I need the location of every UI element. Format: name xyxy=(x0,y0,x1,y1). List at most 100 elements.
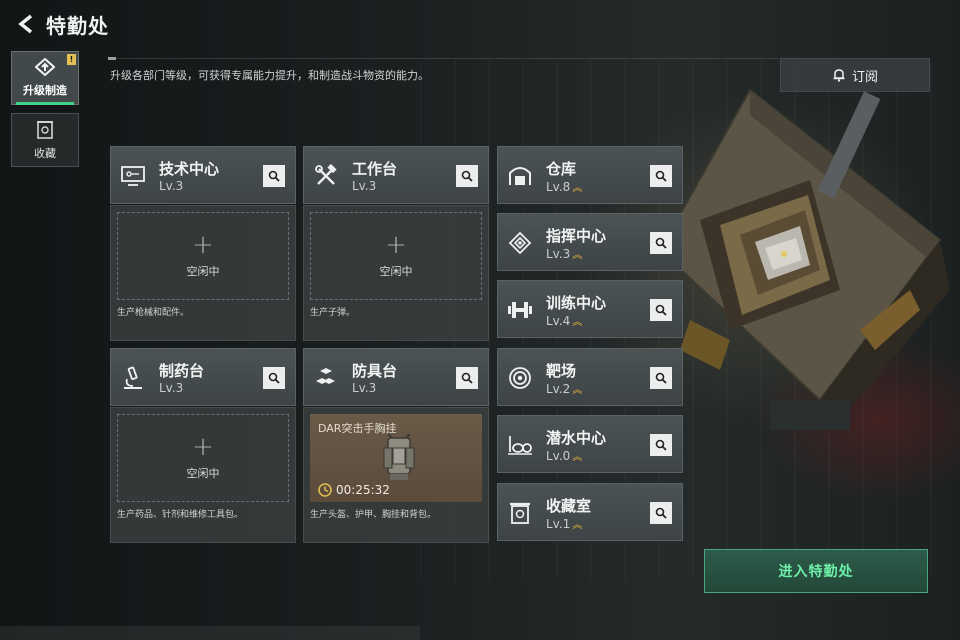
detail-search-button[interactable] xyxy=(650,232,672,254)
facility-shooting-range[interactable]: 靶场 Lv.2 ︽ xyxy=(497,348,683,406)
search-icon xyxy=(655,170,667,182)
facility-level: Lv.1 ︽ xyxy=(546,516,582,531)
facility-level: Lv.8 ︽ xyxy=(546,179,582,194)
workshop-description: 生产枪械和配件。 xyxy=(117,308,190,318)
upgrade-arrow-icon: ︽ xyxy=(572,250,583,261)
enter-special-ops-button[interactable]: 进入特勤处 xyxy=(704,549,928,593)
level-text: Lv.3 xyxy=(546,247,571,261)
idle-slot[interactable]: + 空闲中 xyxy=(117,414,289,502)
slot-status: 空闲中 xyxy=(186,467,220,480)
craft-timer: 00:25:32 xyxy=(318,483,390,497)
back-button[interactable] xyxy=(8,6,44,42)
upgrade-icon xyxy=(35,58,55,76)
tab-collection[interactable]: 收藏 xyxy=(11,113,79,167)
facility-name: 潜水中心 xyxy=(546,429,607,447)
tab-label: 升级制造 xyxy=(23,84,67,97)
dumbbell-icon xyxy=(506,296,534,324)
detail-search-button[interactable] xyxy=(650,367,672,389)
plus-icon: + xyxy=(192,230,214,260)
notice-badge: ! xyxy=(67,54,76,65)
workshop-name: 技术中心 xyxy=(159,160,220,178)
level-text: Lv.1 xyxy=(546,517,571,531)
workshop-panel: + 空闲中 生产枪械和配件。 xyxy=(110,205,296,341)
workshop-workbench[interactable]: 工作台 Lv.3 xyxy=(303,146,489,204)
facility-name: 指挥中心 xyxy=(546,227,607,245)
detail-search-button[interactable] xyxy=(650,434,672,456)
level-text: Lv.8 xyxy=(546,180,571,194)
search-icon xyxy=(461,372,473,384)
command-icon xyxy=(506,229,534,257)
slot-status: 空闲中 xyxy=(379,265,413,278)
search-icon xyxy=(268,372,280,384)
bottom-status-bar xyxy=(0,626,420,640)
idle-slot[interactable]: + 空闲中 xyxy=(310,212,482,300)
enter-button-label: 进入特勤处 xyxy=(778,564,854,580)
target-icon xyxy=(506,364,534,392)
facility-warehouse[interactable]: 仓库 Lv.8 ︽ xyxy=(497,146,683,204)
back-arrow-icon xyxy=(18,14,33,34)
search-icon xyxy=(461,170,473,182)
facility-diving-center[interactable]: 潜水中心 Lv.0 ︽ xyxy=(497,415,683,473)
chest-rig-icon xyxy=(383,434,415,480)
workshop-level: Lv.3 xyxy=(352,179,377,193)
armor-icon xyxy=(312,364,340,392)
workshop-tech-center[interactable]: 技术中心 Lv.3 xyxy=(110,146,296,204)
workshop-armor-bench[interactable]: 防具台 Lv.3 xyxy=(303,348,489,406)
detail-search-button[interactable] xyxy=(263,165,285,187)
facility-name: 训练中心 xyxy=(546,294,607,312)
warehouse-icon xyxy=(506,162,534,190)
header: 特勤处 xyxy=(0,0,960,48)
plus-icon: + xyxy=(385,230,407,260)
level-text: Lv.4 xyxy=(546,314,571,328)
level-text: Lv.0 xyxy=(546,449,571,463)
page-title: 特勤处 xyxy=(46,13,109,38)
tools-icon xyxy=(312,162,340,190)
diving-icon xyxy=(506,431,534,459)
detail-search-button[interactable] xyxy=(650,502,672,524)
facility-collection-room[interactable]: 收藏室 Lv.1 ︽ xyxy=(497,483,683,541)
workshop-pharmacy[interactable]: 制药台 Lv.3 xyxy=(110,348,296,406)
detail-search-button[interactable] xyxy=(650,165,672,187)
workshop-description: 生产子弹。 xyxy=(310,308,356,318)
facility-name: 靶场 xyxy=(546,362,577,380)
search-icon xyxy=(655,372,667,384)
bell-icon xyxy=(833,69,845,82)
workshop-level: Lv.3 xyxy=(159,381,184,395)
divider xyxy=(108,57,778,60)
detail-search-button[interactable] xyxy=(263,367,285,389)
search-icon xyxy=(655,237,667,249)
detail-search-button[interactable] xyxy=(456,367,478,389)
facility-cube-illustration xyxy=(660,88,950,430)
facility-level: Lv.4 ︽ xyxy=(546,313,582,328)
idle-slot[interactable]: + 空闲中 xyxy=(117,212,289,300)
workshop-name: 制药台 xyxy=(159,362,205,380)
search-icon xyxy=(655,507,667,519)
facility-command-center[interactable]: 指挥中心 Lv.3 ︽ xyxy=(497,213,683,271)
subscribe-button[interactable]: 订阅 xyxy=(780,58,930,92)
workshop-description: 生产头盔、护甲、胸挂和背包。 xyxy=(310,510,437,520)
facility-level: Lv.0 ︽ xyxy=(546,448,582,463)
tab-upgrade-manufacture[interactable]: ! 升级制造 xyxy=(11,51,79,105)
upgrade-arrow-icon: ︽ xyxy=(572,317,583,328)
facility-level: Lv.2 ︽ xyxy=(546,381,582,396)
upgrade-arrow-icon: ︽ xyxy=(572,183,583,194)
workshop-description: 生产药品、针剂和维修工具包。 xyxy=(117,510,244,520)
facility-level: Lv.3 ︽ xyxy=(546,246,582,261)
clock-icon xyxy=(318,483,332,497)
plus-icon: + xyxy=(192,432,214,462)
facility-training-center[interactable]: 训练中心 Lv.4 ︽ xyxy=(497,280,683,338)
tech-icon xyxy=(119,162,147,190)
page-description: 升级各部门等级，可获得专属能力提升，和制造战斗物资的能力。 xyxy=(110,69,429,82)
subscribe-label: 订阅 xyxy=(851,69,878,85)
search-icon xyxy=(655,304,667,316)
upgrade-arrow-icon: ︽ xyxy=(572,385,583,396)
workshop-panel: + 空闲中 生产药品、针剂和维修工具包。 xyxy=(110,407,296,543)
facility-name: 仓库 xyxy=(546,160,577,178)
detail-search-button[interactable] xyxy=(650,299,672,321)
tab-label: 收藏 xyxy=(34,147,56,160)
crafting-slot[interactable]: DAR突击手胸挂 00:25:32 xyxy=(310,414,482,502)
collection-icon xyxy=(37,121,53,139)
level-text: Lv.2 xyxy=(546,382,571,396)
workshop-name: 防具台 xyxy=(352,362,398,380)
detail-search-button[interactable] xyxy=(456,165,478,187)
